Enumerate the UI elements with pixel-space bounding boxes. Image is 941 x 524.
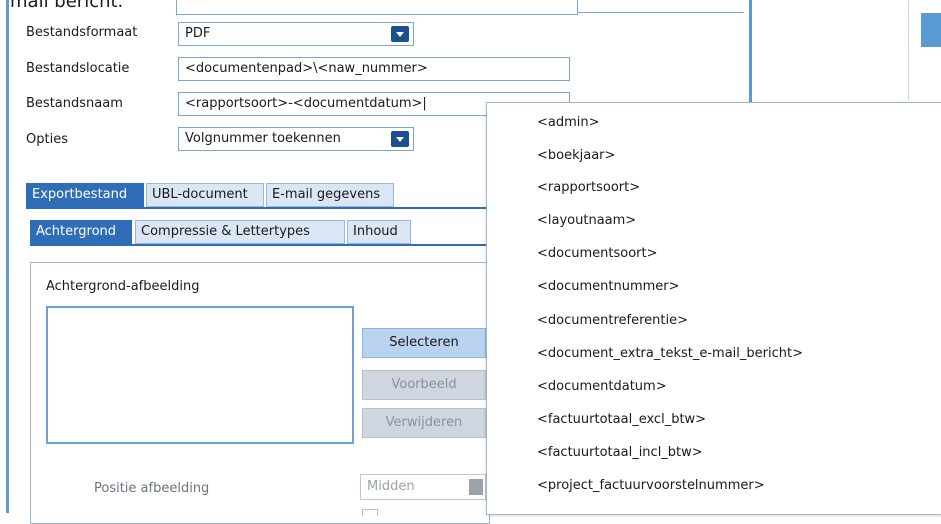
top-tab-underline [26,207,486,209]
chevron-down-icon[interactable] [391,26,409,42]
left-accent-strip [6,0,9,513]
dropdown-item[interactable]: <factuurtotaal_incl_btw> [537,445,703,460]
position-value: Midden [367,479,415,494]
position-select: Midden [360,474,486,500]
bestandslocatie-input[interactable]: <documentenpad>\<naw_nummer> [178,57,570,81]
dropdown-item[interactable]: <documentsoort> [537,246,658,261]
tab-e-mail-gegevens[interactable]: E-mail gegevens [266,183,394,207]
dropdown-item[interactable]: <project_factuurvoorstelnummer> [537,478,765,493]
right-side-button[interactable] [921,13,941,47]
remove-button: Verwijderen [362,408,486,438]
select-image-button[interactable]: Selecteren [362,328,486,358]
partial-top-field [176,0,578,15]
partial-top-field-right [578,0,744,13]
bestandsformaat-value: PDF [185,26,211,41]
dropdown-item[interactable]: <boekjaar> [537,148,615,163]
tab-compressie-lettertypes[interactable]: Compressie & Lettertypes [135,220,345,244]
bestandsformaat-label: Bestandsformaat [26,25,138,40]
background-section-title: Achtergrond-afbeelding [46,279,200,294]
chevron-down-icon[interactable] [391,131,409,147]
dropdown-item[interactable]: <documentnummer> [537,279,680,294]
dropdown-item[interactable]: <rapportsoort> [537,180,640,195]
placeholder-dropdown[interactable]: <admin> <boekjaar> <rapportsoort> <layou… [486,102,941,515]
dropdown-item[interactable]: <document_extra_tekst_e-mail_bericht> [537,346,803,361]
bestandsformaat-select[interactable]: PDF [178,22,414,46]
sub-tab-underline [30,244,486,246]
dropdown-item[interactable]: <factuurtotaal_excl_btw> [537,412,706,427]
partial-title-text: mail bericht. [10,0,124,12]
tab-inhoud[interactable]: Inhoud [347,220,411,244]
dropdown-item[interactable]: <layoutnaam> [537,213,636,228]
opties-label: Opties [26,132,68,147]
background-image-preview[interactable] [46,306,354,444]
opties-select[interactable]: Volgnummer toekennen [178,127,414,151]
right-edge-divider [908,0,909,100]
bestandslocatie-label: Bestandslocatie [26,61,130,76]
preview-button: Voorbeeld [362,370,486,400]
dropdown-item[interactable]: <documentdatum> [537,379,667,394]
chevron-down-icon [469,479,483,495]
position-label: Positie afbeelding [94,481,210,496]
dropdown-item[interactable]: <admin> [537,115,600,130]
opties-value: Volgnummer toekennen [185,131,341,146]
tab-achtergrond[interactable]: Achtergrond [30,220,132,244]
dropdown-item[interactable]: <documentreferentie> [537,313,688,328]
bestandsnaam-label: Bestandsnaam [26,96,123,111]
tab-ubl-document[interactable]: UBL-document [146,183,264,207]
tab-exportbestand[interactable]: Exportbestand [26,183,144,207]
